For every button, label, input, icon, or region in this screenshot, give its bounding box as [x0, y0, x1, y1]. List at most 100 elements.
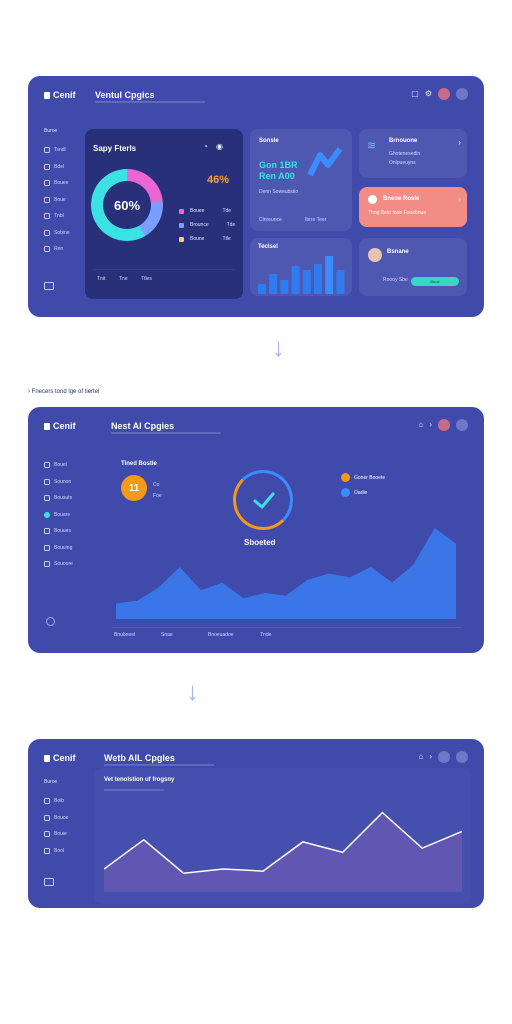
logo-text: Cenif: [53, 90, 76, 100]
sidebar-item-icon: [44, 511, 50, 518]
bar-chart: [258, 256, 345, 294]
calendar-icon[interactable]: ▢: [411, 88, 419, 100]
area-chart: [116, 528, 456, 619]
notification-row: Ghotenesedin: [389, 151, 421, 157]
metric-card-title: Sonsle: [259, 138, 279, 144]
collapse-sidebar-icon[interactable]: [44, 282, 54, 290]
legend-swatch: [179, 222, 184, 228]
sidebar-item[interactable]: Bouie: [44, 826, 94, 843]
sidebar-item-icon: [44, 495, 50, 502]
dashboard-panel-2: Cenif Nest AI Cpgies ⌂ › Bouel Sounon Bo…: [28, 407, 484, 653]
collapse-sidebar-icon[interactable]: [44, 878, 54, 886]
avatar-secondary[interactable]: [456, 88, 468, 100]
sidebar-item[interactable]: Sounon: [44, 474, 94, 491]
sidebar-item-icon: [44, 831, 50, 838]
bar: [336, 270, 345, 294]
legend-swatch: [341, 473, 350, 482]
avatar-secondary[interactable]: [456, 751, 468, 763]
sidebar-item-label: Souoore: [54, 561, 73, 568]
sidebar-item[interactable]: Bouoe: [44, 810, 94, 827]
app-logo[interactable]: Cenif: [44, 421, 76, 431]
legend-label: Oarlie: [354, 489, 368, 496]
legend-label: Goner Booete: [354, 474, 386, 481]
chevron-right-icon[interactable]: ›: [458, 194, 461, 206]
sidebar-item-icon: [44, 528, 50, 535]
bar-chart-card: Teclsel: [250, 238, 352, 296]
donut-card-title: Sapy Fterls: [93, 144, 137, 153]
sidebar-item-label: Boue: [54, 196, 66, 203]
notification-title: Brnouone: [389, 138, 418, 144]
sidebar-footer-icon[interactable]: [46, 617, 55, 626]
sidebar-item[interactable]: Bouare: [44, 507, 94, 524]
sidebar-item[interactable]: Bool: [44, 843, 94, 860]
logo-icon: [44, 91, 50, 99]
legend-swatch: [341, 488, 350, 497]
sidebar: Buroe Boib Bouoe Bouie Bool: [44, 779, 94, 859]
more-icon[interactable]: ◉: [216, 141, 223, 153]
donut-chart: 60%: [91, 169, 163, 241]
sidebar-item-icon: [44, 229, 50, 236]
flow-arrow-down-icon: ↓: [186, 676, 199, 706]
sidebar: Bouel Sounon Bousuts Bouare Bouues Bouui…: [44, 457, 94, 573]
sidebar-item-icon: [44, 561, 50, 568]
avatar-secondary[interactable]: [456, 419, 468, 431]
sidebar-item-label: Bouoe: [54, 814, 69, 821]
home-icon[interactable]: ⌂: [418, 419, 423, 431]
home-icon[interactable]: ⌂: [418, 751, 423, 763]
wifi-icon: ≋: [367, 140, 377, 152]
avatar[interactable]: [438, 419, 450, 431]
chevron-right-icon[interactable]: ›: [458, 137, 461, 149]
refresh-icon[interactable]: ◔: [203, 141, 208, 153]
chart-title: Vet tenolstion uf frogsny: [104, 777, 175, 783]
sidebar-item[interactable]: Souoore: [44, 556, 94, 573]
legend-value: Ttle: [222, 236, 231, 242]
alert-card[interactable]: Bneoe Rosle Thng Beto fooe Fooebnue ›: [359, 187, 467, 227]
legend-item: Oarlie: [341, 488, 367, 497]
page-title: Nest AI Cpgies: [111, 421, 175, 431]
sidebar-item-label: Boib: [54, 798, 65, 805]
legend-swatch: [179, 208, 184, 214]
footer-label: Tnde: [260, 632, 272, 638]
sidebar-item-label: Bouues: [54, 528, 71, 535]
donut-footer: Tnit Tne Ttles: [93, 269, 235, 287]
sidebar-item[interactable]: Bouuing: [44, 540, 94, 557]
sidebar-item-icon: [44, 847, 50, 854]
avatar[interactable]: [438, 751, 450, 763]
sidebar-item[interactable]: Bouues: [44, 523, 94, 540]
metric-caption: Denn Soweubstio: [259, 189, 299, 195]
metric-footer-label: Clnreunce: [259, 217, 282, 223]
app-logo[interactable]: Cenif: [44, 90, 76, 100]
sidebar-item-label: Bouuing: [54, 544, 73, 551]
dashboard-panel-1: Cenif Ventul Cpgics ▢ ⚙ Buroe Tsndl Bdel…: [28, 76, 484, 317]
footer-label: Ttles: [141, 276, 152, 282]
task-count-badge: 11: [121, 475, 147, 501]
legend-value: Tde: [226, 222, 236, 228]
app-logo[interactable]: Cenif: [44, 753, 76, 763]
sidebar-item[interactable]: Boib: [44, 793, 94, 810]
sidebar-item[interactable]: Bousuts: [44, 490, 94, 507]
metric-line-2: Ren A00: [259, 171, 295, 181]
task-line: Co: [153, 482, 160, 488]
page-title: Wetb AIL Cpgles: [104, 753, 175, 763]
footer-label: Bnubneel: [114, 632, 136, 638]
avatar[interactable]: [438, 88, 450, 100]
settings-icon[interactable]: ⚙: [425, 88, 432, 100]
sidebar-item-icon: [44, 180, 50, 187]
bar: [258, 284, 266, 294]
logo-text: Cenif: [53, 753, 76, 763]
metric-card: Sonsle Gon 1BR Ren A00 Denn Soweubstio C…: [250, 129, 352, 231]
sidebar-item-label: Bouee: [54, 180, 69, 187]
sidebar-item-label: Bool: [54, 847, 65, 854]
task-line: Foe: [153, 493, 162, 499]
logo-icon: [44, 422, 50, 430]
chevron-right-icon[interactable]: ›: [429, 751, 432, 763]
sidebar-item-label: Sounon: [54, 478, 72, 485]
donut-card: Sapy Fterls ◔ ◉ 46% 60% Bouee Tde Brounce…: [85, 129, 243, 299]
logo-text: Cenif: [53, 421, 76, 431]
sidebar-item-icon: [44, 213, 50, 220]
sidebar-item-label: Bouare: [54, 511, 71, 518]
chevron-right-icon[interactable]: ›: [429, 419, 432, 431]
profile-action-button[interactable]: Bnoe: [411, 277, 459, 286]
sidebar-item-icon: [44, 544, 50, 551]
sidebar-item[interactable]: Bouel: [44, 457, 94, 474]
